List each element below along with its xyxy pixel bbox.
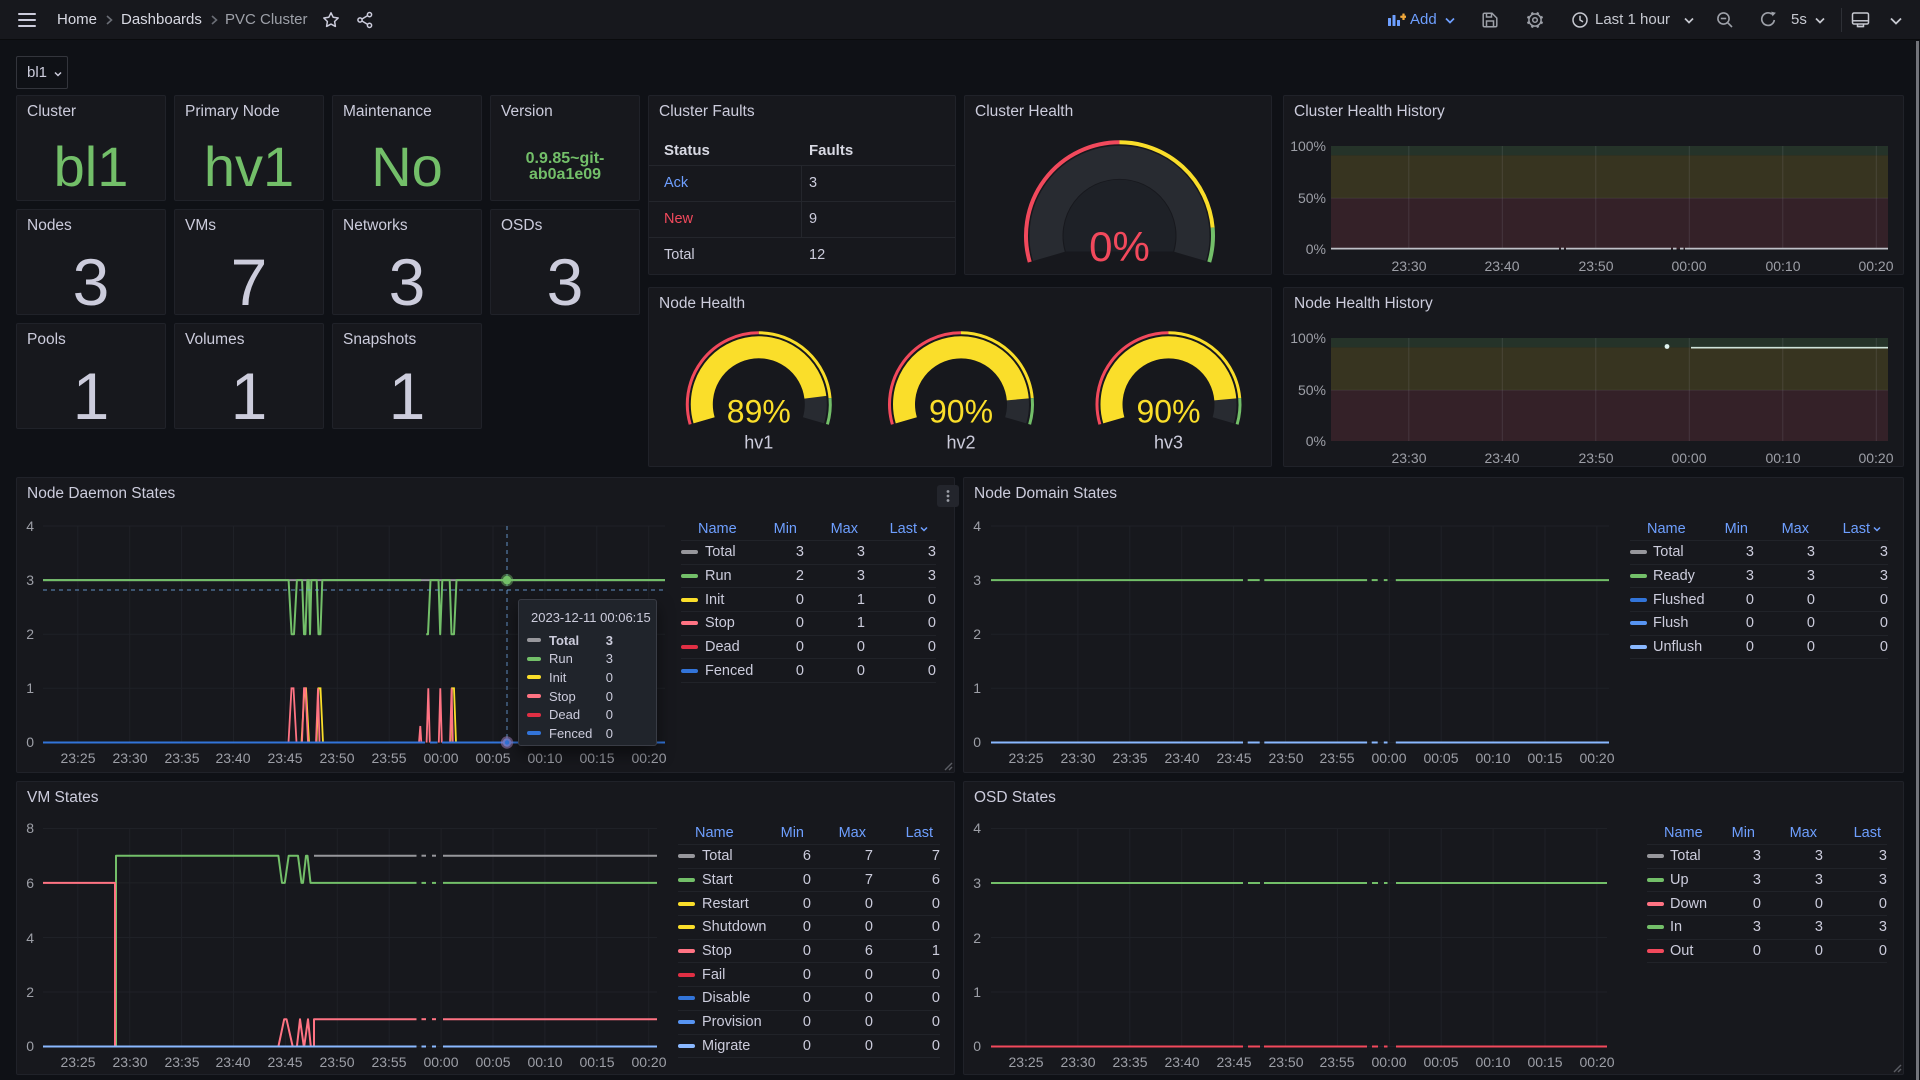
svg-text:89%: 89% (727, 393, 791, 429)
svg-text:90%: 90% (929, 393, 993, 429)
svg-text:hv3: hv3 (1154, 432, 1183, 452)
svg-text:hv2: hv2 (946, 432, 975, 452)
svg-text:0%: 0% (1089, 223, 1150, 270)
svg-text:hv1: hv1 (744, 432, 773, 452)
svg-text:90%: 90% (1136, 393, 1200, 429)
